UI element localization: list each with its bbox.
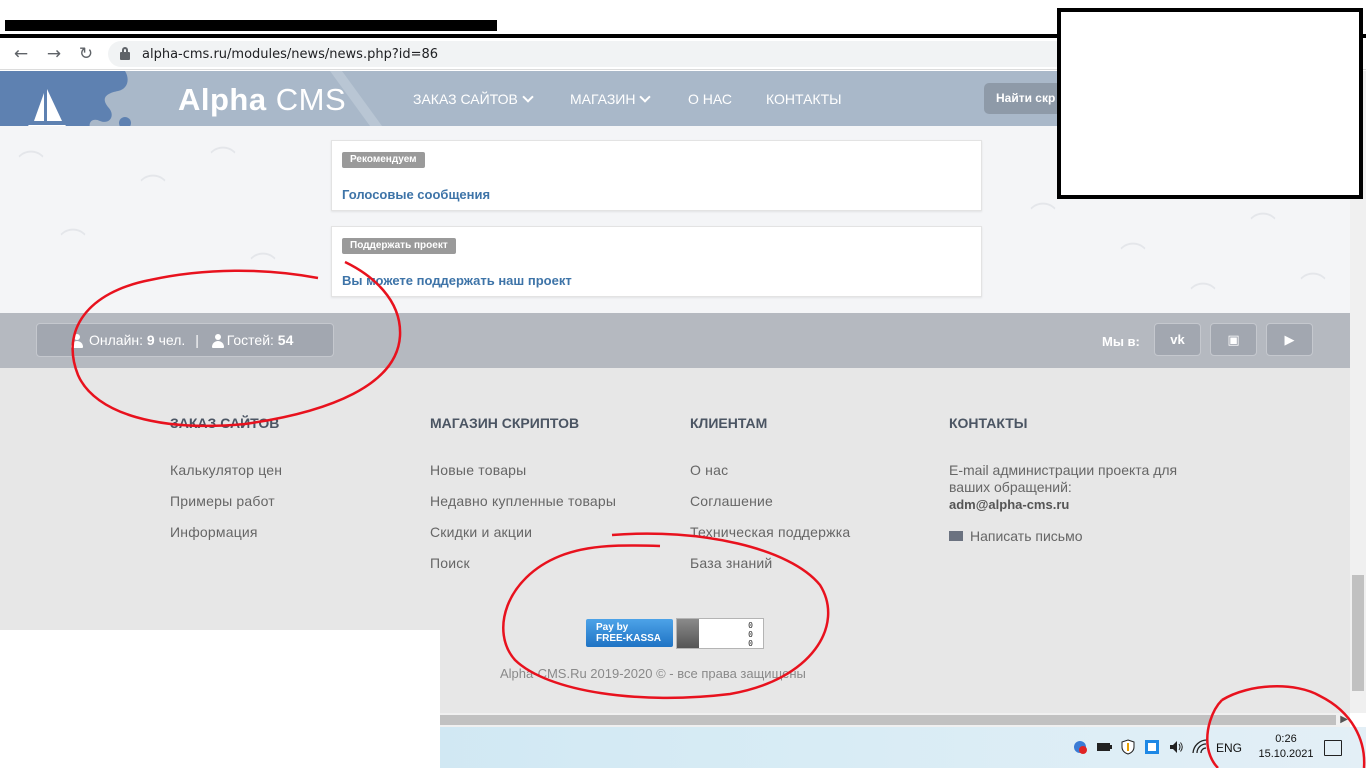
voice-messages-link[interactable]: Голосовые сообщения — [342, 187, 490, 202]
footer-link-search[interactable]: Поиск — [430, 555, 470, 571]
recommend-badge: Рекомендуем — [342, 152, 425, 168]
bird-icon: ⌒ — [210, 146, 237, 176]
instagram-button[interactable]: ▣ — [1210, 323, 1257, 356]
social-label: Мы в: — [1102, 334, 1140, 349]
brand-logo[interactable]: Alpha CMS — [178, 82, 346, 118]
counter-value: 0 — [748, 639, 753, 648]
footer-link-knowledge-base[interactable]: База знаний — [690, 555, 772, 571]
nav-order-sites-label: ЗАКАЗ САЙТОВ — [413, 91, 518, 107]
footer-link-price-calculator[interactable]: Калькулятор цен — [170, 462, 282, 478]
user-icon — [71, 334, 83, 348]
envelope-icon — [949, 531, 963, 541]
online-label: Онлайн: — [89, 332, 144, 348]
nav-order-sites[interactable]: ЗАКАЗ САЙТОВ — [413, 91, 534, 107]
bird-icon: ⌒ — [1250, 212, 1277, 242]
app-tray-icon[interactable] — [1144, 739, 1160, 755]
vertical-scroll-thumb[interactable] — [1352, 575, 1364, 691]
footer-link-about[interactable]: О нас — [690, 462, 728, 478]
counter-value: 0 — [748, 621, 753, 630]
online-counter: Онлайн: 9 чел. | Гостей: 54 — [36, 323, 334, 357]
footer-link-agreement[interactable]: Соглашение — [690, 493, 773, 509]
bird-icon: ⌒ — [1300, 272, 1327, 302]
brand-bold: Alpha — [178, 82, 267, 117]
support-badge: Поддержать проект — [342, 238, 456, 254]
bird-icon: ⌒ — [140, 174, 167, 204]
nav-about-label: О НАС — [688, 91, 733, 107]
footer-title-order: ЗАКАЗ САЙТОВ — [170, 415, 280, 431]
visit-counter[interactable]: 0 0 0 — [676, 618, 764, 649]
chevron-down-icon — [522, 91, 534, 103]
online-separator: | — [195, 332, 199, 348]
language-indicator[interactable]: ENG — [1216, 741, 1242, 755]
footer-title-clients: КЛИЕНТАМ — [690, 415, 768, 431]
bird-icon: ⌒ — [60, 228, 87, 258]
url-text: alpha-cms.ru/modules/news/news.php?id=86 — [142, 47, 439, 62]
write-letter-link[interactable]: Написать письмо — [949, 528, 1082, 544]
nav-shop[interactable]: МАГАЗИН — [570, 91, 652, 107]
support-card: Поддержать проект Вы можете поддержать н… — [331, 226, 982, 297]
bird-icon: ⌒ — [1120, 242, 1147, 272]
bird-icon: ⌒ — [1030, 202, 1057, 232]
antivirus-icon[interactable] — [1072, 739, 1088, 755]
footer-link-tech-support[interactable]: Техническая поддержка — [690, 524, 850, 540]
guest-icon — [212, 334, 224, 348]
online-count: 9 — [146, 332, 155, 348]
support-project-link[interactable]: Вы можете поддержать наш проект — [342, 273, 572, 288]
pay-badge-line2: FREE-KASSA — [596, 633, 662, 644]
clock[interactable]: 0:26 15.10.2021 — [1246, 732, 1326, 762]
scroll-right-icon[interactable]: ▶ — [1340, 714, 1348, 725]
footer-link-recently-bought[interactable]: Недавно купленные товары — [430, 493, 616, 509]
online-unit: чел. — [158, 332, 186, 348]
reload-button[interactable]: ↻ — [74, 43, 98, 65]
volume-icon[interactable] — [1168, 739, 1184, 755]
instagram-icon: ▣ — [1227, 332, 1240, 347]
clock-time: 0:26 — [1275, 733, 1297, 745]
youtube-icon: ▶ — [1284, 332, 1295, 347]
clock-date: 15.10.2021 — [1258, 748, 1314, 760]
nav-shop-label: МАГАЗИН — [570, 91, 636, 107]
address-bar[interactable]: alpha-cms.ru/modules/news/news.php?id=86 — [108, 41, 1068, 67]
nav-about[interactable]: О НАС — [688, 91, 732, 107]
footer-title-contacts: КОНТАКТЫ — [949, 415, 1028, 431]
nav-contacts-label: КОНТАКТЫ — [766, 91, 842, 107]
counter-value: 0 — [748, 630, 753, 639]
contact-description: E-mail администрации проекта для ваших о… — [949, 462, 1178, 495]
wifi-icon[interactable] — [1192, 739, 1208, 755]
youtube-button[interactable]: ▶ — [1266, 323, 1313, 356]
bird-icon: ⌒ — [18, 150, 45, 180]
recommend-card: Рекомендуем Голосовые сообщения — [331, 140, 982, 211]
counter-values: 0 0 0 — [748, 621, 753, 648]
vk-icon: vk — [1170, 332, 1185, 347]
footer-link-discounts[interactable]: Скидки и акции — [430, 524, 532, 540]
horizontal-scroll-thumb[interactable] — [440, 715, 1336, 725]
footer-title-shop: МАГАЗИН СКРИПТОВ — [430, 415, 580, 431]
redacted-region — [1057, 8, 1363, 199]
header-divider — [330, 71, 382, 126]
guests-label: Гостей: — [226, 332, 274, 348]
write-letter-label: Написать письмо — [970, 528, 1083, 544]
vk-button[interactable]: vk — [1154, 323, 1201, 356]
footer-link-new-products[interactable]: Новые товары — [430, 462, 526, 478]
redacted-region — [0, 630, 440, 768]
forward-button[interactable]: → — [42, 43, 66, 65]
copyright: Alpha-CMS.Ru 2019-2020 © - все права защ… — [500, 666, 806, 681]
lock-icon — [120, 47, 130, 60]
notifications-icon[interactable] — [1324, 740, 1342, 756]
bird-icon: ⌒ — [1190, 282, 1217, 312]
battery-icon[interactable] — [1096, 739, 1112, 755]
back-button[interactable]: ← — [9, 43, 33, 65]
online-bar: Онлайн: 9 чел. | Гостей: 54 Мы в: vk ▣ ▶ — [0, 313, 1366, 368]
nav-contacts[interactable]: КОНТАКТЫ — [766, 91, 842, 107]
pay-badge-line1: Pay by — [596, 622, 629, 633]
free-kassa-badge[interactable]: Pay by FREE-KASSA — [586, 619, 673, 647]
guests-count: 54 — [277, 332, 294, 348]
shield-icon[interactable] — [1120, 739, 1136, 755]
contact-email[interactable]: adm@alpha-cms.ru — [949, 497, 1069, 512]
bird-icon: ⌒ — [250, 252, 277, 282]
chevron-down-icon — [639, 91, 652, 103]
footer-link-information[interactable]: Информация — [170, 524, 258, 540]
counter-bar-icon — [677, 619, 699, 648]
redacted-title — [5, 20, 497, 31]
footer-link-portfolio[interactable]: Примеры работ — [170, 493, 275, 509]
